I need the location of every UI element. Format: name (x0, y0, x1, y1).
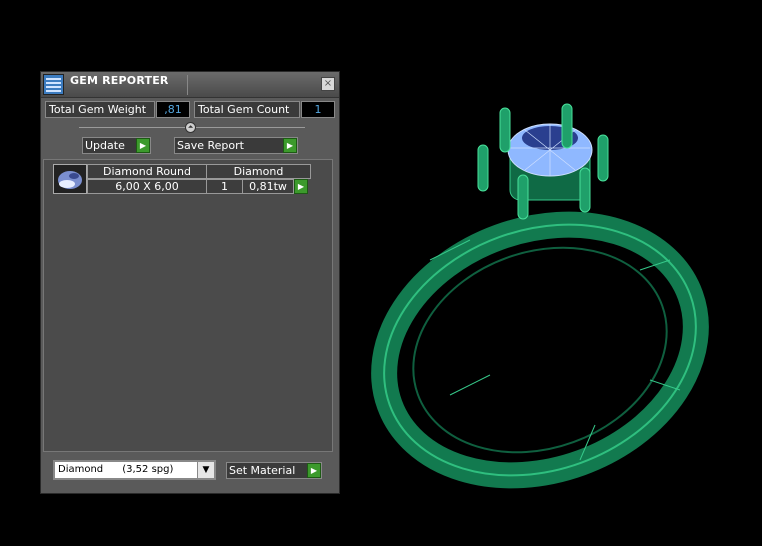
title-separator (187, 75, 188, 95)
panel-title: GEM REPORTER (70, 74, 169, 87)
total-gem-count-label: Total Gem Count (194, 101, 300, 118)
update-go-icon[interactable]: ▶ (136, 138, 150, 153)
material-select[interactable]: Diamond (3,52 spg) ▼ (53, 460, 216, 480)
chevron-down-icon[interactable]: ▼ (197, 462, 214, 478)
collapse-toggle-icon[interactable]: ⏶ (185, 122, 196, 133)
set-material-button-label: Set Material (229, 464, 296, 477)
gem-material-cell: Diamond (206, 164, 311, 179)
total-gem-count-value: 1 (301, 101, 335, 118)
gem-size-cell: 6,00 X 6,00 (87, 179, 207, 194)
title-bar[interactable]: GEM REPORTER × (41, 72, 339, 98)
total-gem-weight-label: Total Gem Weight (45, 101, 155, 118)
gem-reporter-panel: GEM REPORTER × Total Gem Weight ,81 Tota… (40, 71, 340, 494)
set-material-button[interactable]: Set Material ▶ (226, 462, 322, 479)
total-gem-weight-value: ,81 (156, 101, 190, 118)
save-report-button[interactable]: Save Report ▶ (174, 137, 298, 154)
update-button-label: Update (85, 139, 125, 152)
save-report-button-label: Save Report (177, 139, 244, 152)
gem-weight-cell: 0,81tw (242, 179, 294, 194)
material-select-value: Diamond (3,52 spg) (58, 464, 174, 475)
3d-viewport[interactable] (360, 90, 740, 490)
gem-count-cell: 1 (206, 179, 243, 194)
diamond-thumbnail-icon (53, 164, 87, 194)
save-report-go-icon[interactable]: ▶ (283, 138, 297, 153)
gem-list[interactable]: Diamond Round Diamond 6,00 X 6,00 1 0,81… (43, 159, 333, 452)
ring-wireframe-render (371, 103, 709, 489)
close-icon[interactable]: × (321, 77, 335, 91)
gem-shape-cell: Diamond Round (87, 164, 207, 179)
update-button[interactable]: Update ▶ (82, 137, 151, 154)
gem-reporter-icon (43, 74, 64, 95)
set-material-go-icon[interactable]: ▶ (307, 463, 321, 478)
gem-row-go-icon[interactable]: ▶ (294, 179, 308, 194)
